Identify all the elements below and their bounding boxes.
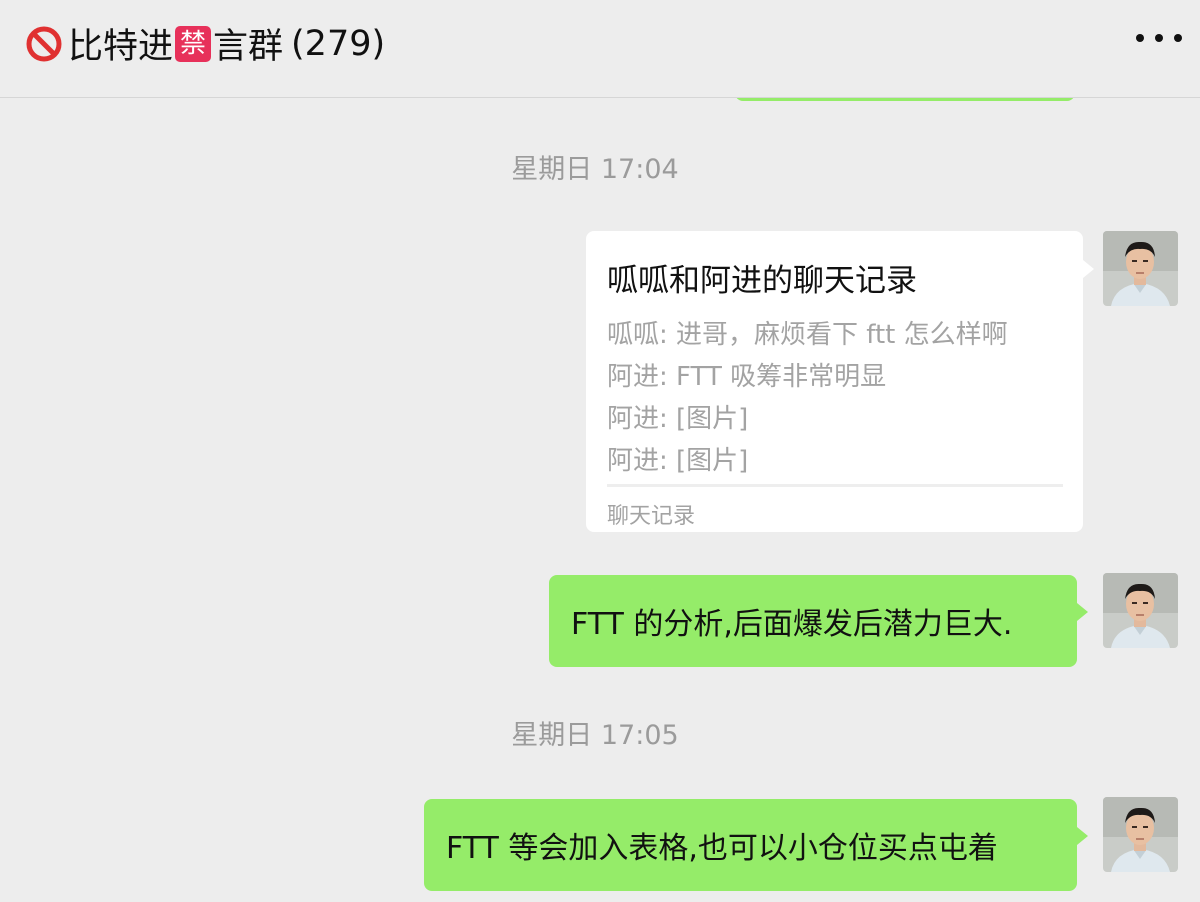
chat-record-line: 阿进: FTT 吸筹非常明显 — [607, 362, 887, 392]
bubble-tail — [1077, 603, 1088, 621]
bubble-tail — [1077, 827, 1088, 845]
avatar[interactable] — [1103, 231, 1178, 306]
chat-record-line: 阿进: [图片] — [607, 404, 749, 434]
chat-title-suffix: 言群 — [213, 27, 284, 67]
member-count: (279) — [291, 23, 386, 64]
message-bubble[interactable]: FTT 等会加入表格,也可以小仓位买点屯着 — [424, 799, 1077, 891]
forbidden-badge-icon: 禁 — [175, 25, 212, 62]
chat-title: 比特进 禁 言群 (279) — [26, 18, 385, 69]
dot — [1174, 34, 1182, 42]
chat-record-line: 阿进: [图片] — [607, 446, 749, 476]
chat-record-title: 呱呱和阿进的聊天记录 — [607, 263, 917, 299]
timestamp: 星期日 17:04 — [511, 154, 679, 185]
chat-header: 比特进 禁 言群 (279) — [0, 0, 1200, 98]
chat-record-card[interactable]: 呱呱和阿进的聊天记录 呱呱: 进哥，麻烦看下 ftt 怎么样啊 阿进: FTT … — [586, 231, 1083, 532]
chat-screen: 比特进 禁 言群 (279) 星期日 17:04 呱呱和阿进的聊天记录 呱呱: … — [0, 0, 1200, 902]
chat-title-prefix: 比特进 — [68, 27, 174, 67]
divider — [607, 484, 1063, 487]
more-dots-icon[interactable] — [1136, 28, 1182, 48]
message-bubble[interactable]: FTT 的分析,后面爆发后潜力巨大. — [549, 575, 1077, 667]
dot — [1155, 34, 1163, 42]
bubble-tail — [1083, 260, 1094, 278]
timestamp: 星期日 17:05 — [511, 720, 679, 751]
avatar[interactable] — [1103, 797, 1178, 872]
chat-record-line: 呱呱: 进哥，麻烦看下 ftt 怎么样啊 — [607, 320, 1008, 350]
chat-record-footer: 聊天记录 — [607, 504, 696, 529]
avatar[interactable] — [1103, 573, 1178, 648]
prohibited-icon — [26, 26, 62, 62]
dot — [1136, 34, 1144, 42]
